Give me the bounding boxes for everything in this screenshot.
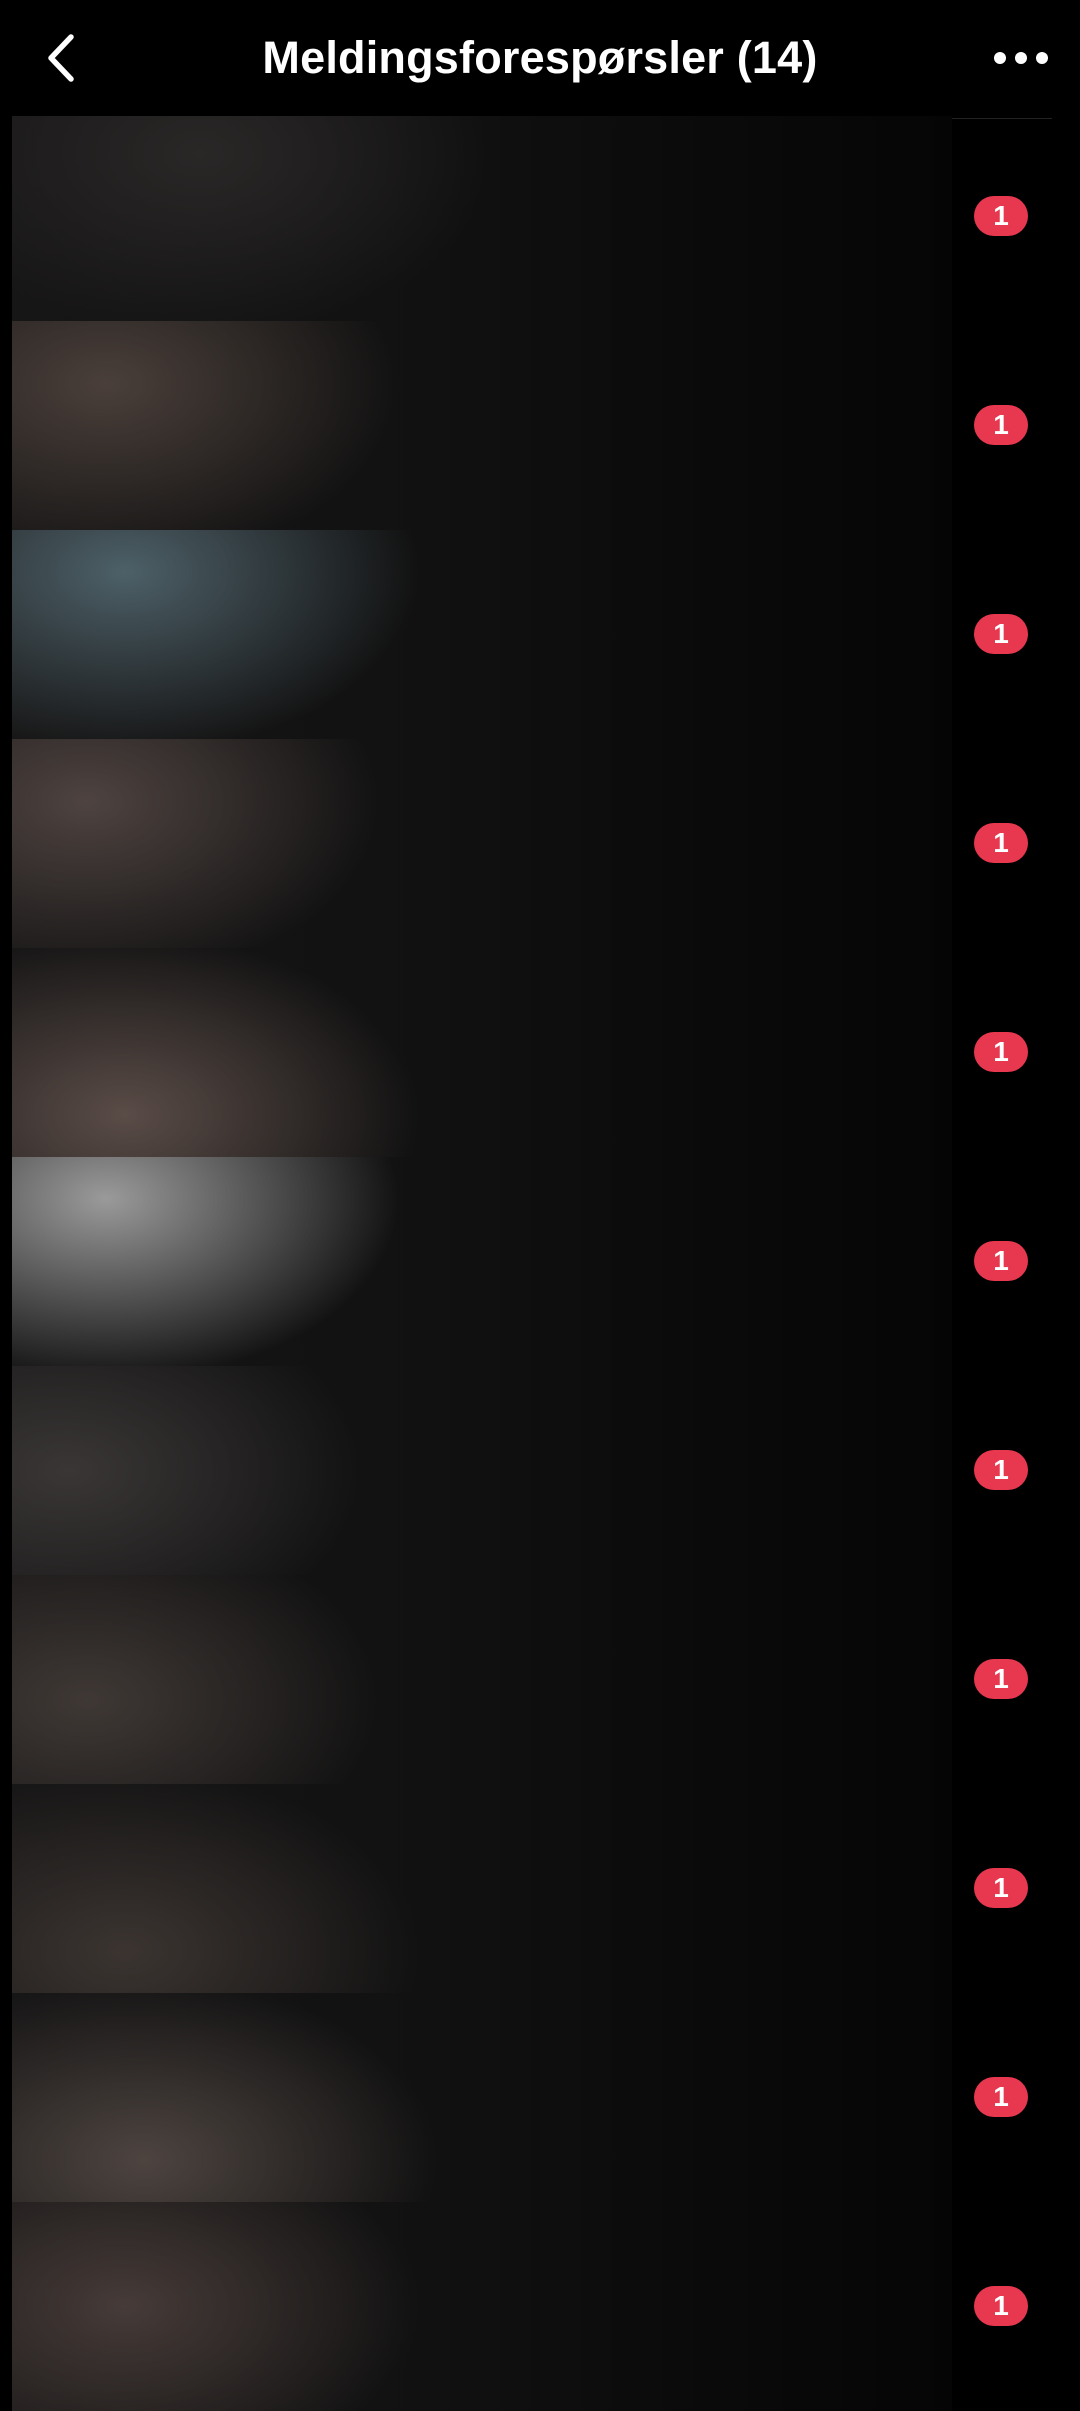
- blurred-avatar: [12, 1157, 952, 1366]
- chevron-left-icon: [48, 34, 74, 82]
- message-request-row[interactable]: 1: [0, 948, 1080, 1157]
- blurred-conversation-preview: [12, 530, 952, 739]
- more-options-button[interactable]: [990, 30, 1052, 86]
- message-request-row[interactable]: 1: [0, 1993, 1080, 2202]
- back-button[interactable]: [30, 24, 90, 92]
- blurred-avatar: [12, 1993, 952, 2202]
- unread-count-badge: 1: [974, 196, 1028, 236]
- message-request-row[interactable]: 1: [0, 1575, 1080, 1784]
- blurred-avatar: [12, 112, 952, 321]
- message-request-row[interactable]: 1: [0, 112, 1080, 321]
- message-request-list: 1 1 1 1 1 1 1 1 1 1 1: [0, 112, 1080, 2411]
- unread-count-badge: 1: [974, 1868, 1028, 1908]
- message-request-row[interactable]: 1: [0, 739, 1080, 948]
- unread-count-badge: 1: [974, 1450, 1028, 1490]
- blurred-avatar: [12, 948, 952, 1157]
- blurred-conversation-preview: [12, 1366, 952, 1575]
- blurred-conversation-preview: [12, 1993, 952, 2202]
- blurred-conversation-preview: [12, 1157, 952, 1366]
- page-title: Meldingsforespørsler (14): [262, 32, 818, 83]
- blurred-avatar: [12, 1784, 952, 1993]
- blurred-conversation-preview: [12, 739, 952, 948]
- unread-count-badge: 1: [974, 614, 1028, 654]
- blurred-avatar: [12, 530, 952, 739]
- blurred-conversation-preview: [12, 1784, 952, 1993]
- unread-count-badge: 1: [974, 405, 1028, 445]
- message-request-row[interactable]: 1: [0, 1784, 1080, 1993]
- unread-count-badge: 1: [974, 2286, 1028, 2326]
- blurred-conversation-preview: [12, 1575, 952, 1784]
- blurred-avatar: [12, 2202, 952, 2411]
- message-request-row[interactable]: 1: [0, 530, 1080, 739]
- unread-count-badge: 1: [974, 1032, 1028, 1072]
- blurred-avatar: [12, 321, 952, 530]
- blurred-conversation-preview: [12, 948, 952, 1157]
- more-horizontal-icon: [994, 52, 1048, 64]
- message-request-row[interactable]: 1: [0, 321, 1080, 530]
- top-bar: Meldingsforespørsler (14): [0, 0, 1080, 116]
- unread-count-badge: 1: [974, 1659, 1028, 1699]
- message-request-row[interactable]: 1: [0, 1366, 1080, 1575]
- blurred-conversation-preview: [12, 112, 952, 321]
- blurred-conversation-preview: [12, 2202, 952, 2411]
- unread-count-badge: 1: [974, 1241, 1028, 1281]
- blurred-conversation-preview: [12, 321, 952, 530]
- message-request-row[interactable]: 1: [0, 1157, 1080, 1366]
- unread-count-badge: 1: [974, 2077, 1028, 2117]
- blurred-avatar: [12, 739, 952, 948]
- blurred-avatar: [12, 1366, 952, 1575]
- unread-count-badge: 1: [974, 823, 1028, 863]
- message-request-row[interactable]: 1: [0, 2202, 1080, 2411]
- blurred-avatar: [12, 1575, 952, 1784]
